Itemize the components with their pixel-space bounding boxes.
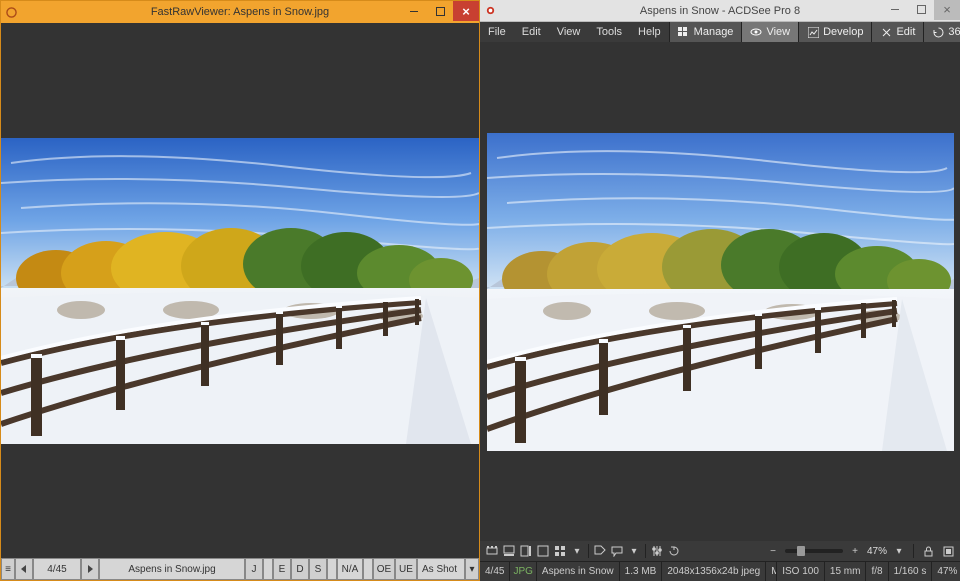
status-zoom: 47% [932, 562, 960, 581]
tab-label: Edit [896, 26, 915, 38]
fastrawviewer-window: FastRawViewer: Aspens in Snow.jpg [0, 0, 480, 581]
dropdown-icon[interactable]: ▾ [569, 543, 585, 559]
na-label: N/A [337, 558, 363, 580]
image-icon [807, 26, 819, 38]
oe-button[interactable]: OE [373, 558, 395, 580]
spacer [327, 558, 337, 580]
j-button[interactable]: J [245, 558, 263, 580]
menu-toggle-button[interactable]: ≡ [1, 558, 15, 580]
separator [913, 544, 914, 558]
fit-icon[interactable] [940, 543, 956, 559]
separator [645, 544, 646, 558]
tab-365[interactable]: 365 [923, 22, 960, 42]
zoom-slider-thumb[interactable] [797, 546, 805, 556]
tab-view[interactable]: View [741, 22, 798, 42]
filmstrip-icon[interactable] [484, 543, 500, 559]
status-aperture: f/8 [866, 562, 888, 581]
strip-bottom-icon[interactable] [501, 543, 517, 559]
menu-edit[interactable]: Edit [514, 22, 549, 42]
photo [1, 138, 479, 444]
grid-icon [678, 26, 690, 38]
zoom-slider[interactable] [785, 549, 843, 553]
menu-help[interactable]: Help [630, 22, 669, 42]
menu-view[interactable]: View [549, 22, 589, 42]
zoom-dropdown-button[interactable]: ▾ [891, 543, 907, 559]
image-viewport[interactable] [1, 23, 479, 558]
e-button[interactable]: E [273, 558, 291, 580]
acdsee-window: Aspens in Snow - ACDSee Pro 8 File Edit … [480, 0, 960, 581]
status-modified: Modified Date: 9/10/2014 9:14:22 PM [766, 562, 777, 581]
spacer [363, 558, 373, 580]
ue-button[interactable]: UE [395, 558, 417, 580]
d-button[interactable]: D [291, 558, 309, 580]
spacer [263, 558, 273, 580]
status-bar: ≡ 4/45 Aspens in Snow.jpg J E D S N/A OE… [1, 558, 479, 580]
maximize-button[interactable] [427, 1, 453, 21]
status-iso: ISO 100 [777, 562, 825, 581]
next-button[interactable] [81, 558, 99, 580]
status-counter: 4/45 [480, 562, 510, 581]
status-filesize: 1.3 MB [620, 562, 663, 581]
menu-tools[interactable]: Tools [588, 22, 630, 42]
strip-right-icon[interactable] [518, 543, 534, 559]
refresh-icon[interactable] [666, 543, 682, 559]
app-icon [1, 2, 21, 22]
chat-icon[interactable] [609, 543, 625, 559]
status-shutter: 1/160 s [889, 562, 933, 581]
maximize-button[interactable] [908, 0, 934, 20]
close-button[interactable] [934, 0, 960, 20]
menubar: File Edit View Tools Help Manage View De… [480, 22, 960, 42]
white-balance-label: As Shot [417, 558, 465, 580]
filetype-badge: JPG [510, 562, 536, 581]
close-button[interactable] [453, 1, 479, 21]
prev-button[interactable] [15, 558, 33, 580]
tab-label: Manage [694, 26, 734, 38]
zoom-in-button[interactable]: + [847, 543, 863, 559]
minimize-button[interactable] [882, 0, 908, 20]
sync-icon [932, 26, 944, 38]
sliders-icon[interactable] [649, 543, 665, 559]
s-button[interactable]: S [309, 558, 327, 580]
tab-edit[interactable]: Edit [871, 22, 923, 42]
tag-icon[interactable] [592, 543, 608, 559]
fullview-icon[interactable] [535, 543, 551, 559]
separator [588, 544, 589, 558]
dropdown-icon[interactable]: ▾ [626, 543, 642, 559]
tab-label: Develop [823, 26, 863, 38]
eye-icon [750, 26, 762, 38]
image-viewport[interactable] [480, 42, 960, 541]
tab-develop[interactable]: Develop [798, 22, 871, 42]
grid-icon[interactable] [552, 543, 568, 559]
tab-label: View [766, 26, 790, 38]
zoom-value: 47% [867, 546, 887, 557]
zoom-out-button[interactable]: − [765, 543, 781, 559]
tools-icon [880, 26, 892, 38]
status-dimensions: 2048x1356x24b jpeg [662, 562, 766, 581]
status-bar: 4/45 JPG Aspens in Snow 1.3 MB 2048x1356… [480, 561, 960, 581]
menu-file[interactable]: File [480, 22, 514, 42]
filename-label: Aspens in Snow.jpg [99, 558, 245, 580]
tab-label: 365 [948, 26, 960, 38]
tab-manage[interactable]: Manage [669, 22, 742, 42]
minimize-button[interactable] [401, 1, 427, 21]
lock-icon[interactable] [920, 543, 936, 559]
view-toolbar: ▾ ▾ − + 47% ▾ [480, 541, 960, 561]
photo [487, 133, 954, 451]
wb-dropdown-button[interactable]: ▾ [465, 558, 479, 580]
status-focal: 15 mm [825, 562, 867, 581]
window-titlebar[interactable]: FastRawViewer: Aspens in Snow.jpg [1, 1, 479, 23]
status-filename: Aspens in Snow [537, 562, 620, 581]
image-counter: 4/45 [33, 558, 81, 580]
window-titlebar[interactable]: Aspens in Snow - ACDSee Pro 8 [480, 0, 960, 22]
app-icon [480, 1, 500, 21]
